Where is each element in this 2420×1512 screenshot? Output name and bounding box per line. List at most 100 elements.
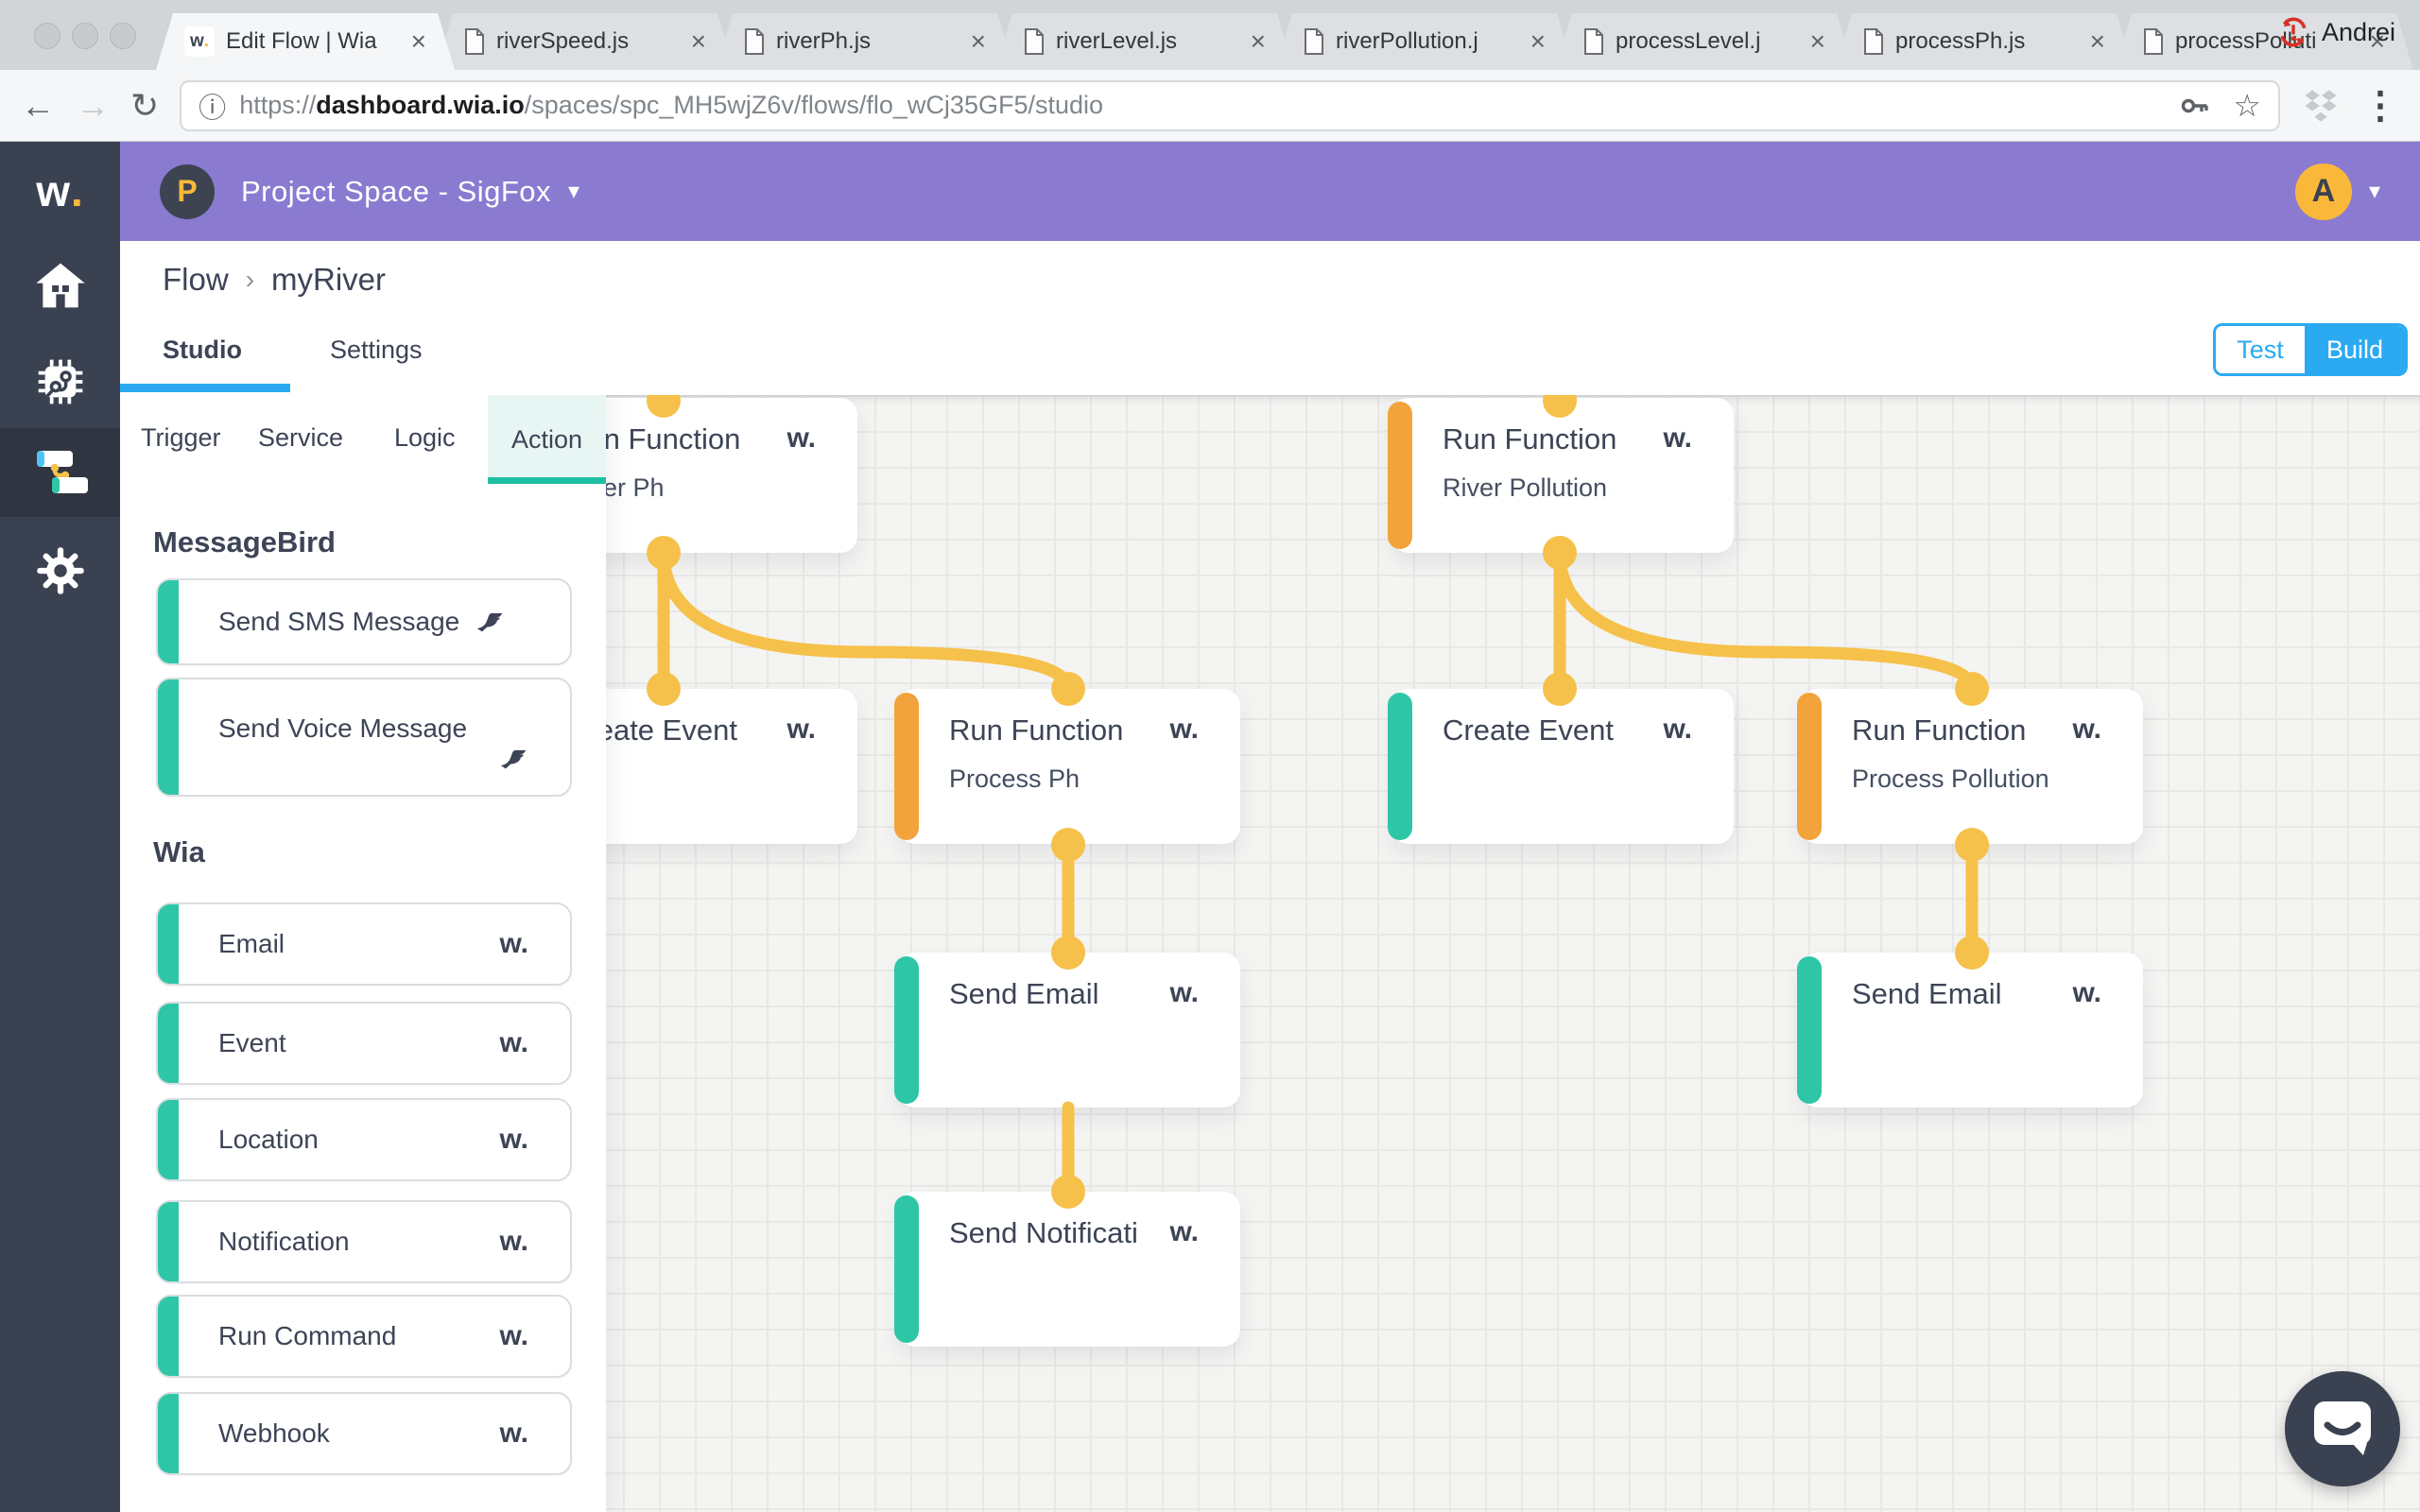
wia-dashboard: w. P Project Space - SigFox ▾ A ▾ Flow ›…	[0, 142, 2420, 1512]
palette-tab-logic[interactable]: Logic	[394, 423, 456, 453]
palette-item-email[interactable]: Email w.	[156, 902, 572, 986]
card-label: Run Command	[218, 1321, 397, 1350]
user-avatar[interactable]: A	[2294, 163, 2352, 220]
breadcrumb-current: myRiver	[271, 262, 387, 297]
wia-mark-icon: w.	[1663, 422, 1692, 454]
document-icon	[744, 28, 765, 55]
node-title: Run Function	[949, 713, 1124, 747]
chip-icon	[38, 359, 82, 404]
card-accent-bar	[158, 1297, 179, 1376]
tab-close-icon[interactable]: ×	[411, 28, 426, 55]
node-send-email-right[interactable]: Send Email w.	[1797, 953, 2143, 1108]
palette-item-webhook[interactable]: Webhook w.	[156, 1392, 572, 1475]
node-create-event[interactable]: Create Event w.	[1388, 689, 1734, 844]
document-icon	[464, 28, 485, 55]
tab-close-icon[interactable]: ×	[1810, 28, 1825, 55]
document-icon	[1583, 28, 1604, 55]
project-caret-icon[interactable]: ▾	[568, 178, 579, 205]
browser-menu-icon[interactable]: ⋮	[2361, 84, 2399, 128]
browser-chrome: w. Edit Flow | Wia × riverSpeed.js × riv…	[0, 0, 2420, 142]
tab-close-icon[interactable]: ×	[1530, 28, 1546, 55]
sidebar-item-flows-active[interactable]	[0, 428, 120, 517]
app-sidebar: w.	[0, 142, 120, 1512]
node-run-function-river-pollution[interactable]: Run Function River Pollution w.	[1388, 398, 1734, 553]
build-button[interactable]: Build	[2305, 326, 2405, 373]
document-icon	[1863, 28, 1884, 55]
node-accent-bar	[1388, 693, 1412, 840]
palette-item-notification[interactable]: Notification w.	[156, 1200, 572, 1283]
reload-icon[interactable]: ↻	[130, 88, 159, 123]
palette-item-run-command[interactable]: Run Command w.	[156, 1295, 572, 1378]
browser-tab[interactable]: processPh.js ×	[1835, 13, 2134, 70]
node-send-notification[interactable]: Send Notificati w.	[894, 1192, 1240, 1347]
palette-tabs: Trigger Service Logic Action	[120, 395, 606, 484]
browser-tab[interactable]: riverPh.js ×	[716, 13, 1014, 70]
wia-logo[interactable]: w.	[0, 161, 120, 221]
dropbox-extension-icon[interactable]	[2301, 87, 2341, 125]
palette-item-event[interactable]: Event w.	[156, 1002, 572, 1085]
tab-title: processPh.js	[1895, 28, 2026, 54]
palette-item-send-sms-message[interactable]: Send SMS Message	[156, 578, 572, 665]
sidebar-item-home[interactable]	[0, 255, 120, 316]
intercom-chat-button[interactable]	[2285, 1371, 2400, 1486]
palette-tab-service[interactable]: Service	[258, 423, 343, 453]
card-accent-bar	[158, 1202, 179, 1281]
window-controls[interactable]	[34, 23, 136, 49]
breadcrumb-root[interactable]: Flow	[163, 262, 229, 298]
tab-close-icon[interactable]: ×	[1251, 28, 1266, 55]
palette-tab-trigger[interactable]: Trigger	[141, 423, 221, 453]
document-icon	[1304, 28, 1324, 55]
browser-tab[interactable]: riverLevel.js ×	[995, 13, 1294, 70]
project-title: Project Space - SigFox	[241, 174, 552, 208]
tab-studio[interactable]: Studio	[163, 335, 242, 365]
tab-title: riverLevel.js	[1056, 28, 1178, 54]
tab-title: riverPollution.j	[1336, 28, 1478, 54]
url-input[interactable]: ⓘ https://dashboard.wia.io/spaces/spc_MH…	[180, 79, 2280, 131]
node-run-function-process-ph[interactable]: Run Function Process Ph w.	[894, 689, 1240, 844]
tab-title: Edit Flow | Wia	[226, 28, 377, 54]
palette-item-location[interactable]: Location w.	[156, 1098, 572, 1181]
wia-mark-icon: w.	[499, 1418, 528, 1449]
document-icon	[2143, 28, 2164, 55]
wia-mark-icon: w.	[786, 422, 816, 454]
back-icon[interactable]: ←	[21, 88, 55, 123]
browser-tab[interactable]: processLevel.j ×	[1555, 13, 1854, 70]
tab-close-icon[interactable]: ×	[2090, 28, 2105, 55]
tab-settings[interactable]: Settings	[330, 335, 423, 365]
browser-tab-bar: w. Edit Flow | Wia × riverSpeed.js × riv…	[0, 0, 2420, 70]
test-button[interactable]: Test	[2216, 326, 2305, 373]
wia-mark-icon: w.	[499, 1320, 528, 1351]
password-key-icon[interactable]	[2180, 92, 2212, 120]
document-icon	[1024, 28, 1045, 55]
sidebar-item-settings[interactable]	[0, 541, 120, 601]
tab-close-icon[interactable]: ×	[691, 28, 706, 55]
test-build-toggle: Test Build	[2213, 323, 2408, 376]
browser-tab[interactable]: riverSpeed.js ×	[436, 13, 735, 70]
node-send-email-left[interactable]: Send Email w.	[894, 953, 1240, 1108]
project-avatar[interactable]: P	[160, 163, 215, 219]
palette-tab-action-active[interactable]: Action	[488, 395, 606, 484]
breadcrumb-separator: ›	[245, 265, 255, 294]
card-label: Send Voice Message	[218, 713, 468, 743]
wia-mark-icon: w.	[786, 713, 816, 745]
close-window-icon[interactable]	[34, 23, 60, 49]
browser-tab[interactable]: riverPollution.j ×	[1275, 13, 1574, 70]
palette-item-send-voice-message[interactable]: Send Voice Message	[156, 678, 572, 797]
card-accent-bar	[158, 580, 179, 663]
bookmark-star-icon[interactable]: ☆	[2233, 87, 2261, 124]
user-caret-icon[interactable]: ▾	[2369, 178, 2380, 205]
zoom-window-icon[interactable]	[110, 23, 136, 49]
wia-mark-icon: w.	[2072, 713, 2101, 745]
sidebar-item-devices[interactable]	[0, 352, 120, 412]
browser-tab-active[interactable]: w. Edit Flow | Wia ×	[156, 13, 455, 70]
browser-url-bar: ← → ↻ ⓘ https://dashboard.wia.io/spaces/…	[0, 70, 2420, 142]
node-title: Create Event	[1443, 713, 1614, 747]
page-info-icon[interactable]: ⓘ	[199, 86, 226, 126]
wia-mark-icon: w.	[499, 1027, 528, 1058]
minimize-window-icon[interactable]	[72, 23, 98, 49]
node-title: Run Function	[1852, 713, 2027, 747]
node-title: Send Notificati	[949, 1216, 1138, 1249]
browser-profile[interactable]: Andrei	[2276, 15, 2395, 49]
tab-close-icon[interactable]: ×	[971, 28, 986, 55]
node-run-function-process-pollution[interactable]: Run Function Process Pollution w.	[1797, 689, 2143, 844]
